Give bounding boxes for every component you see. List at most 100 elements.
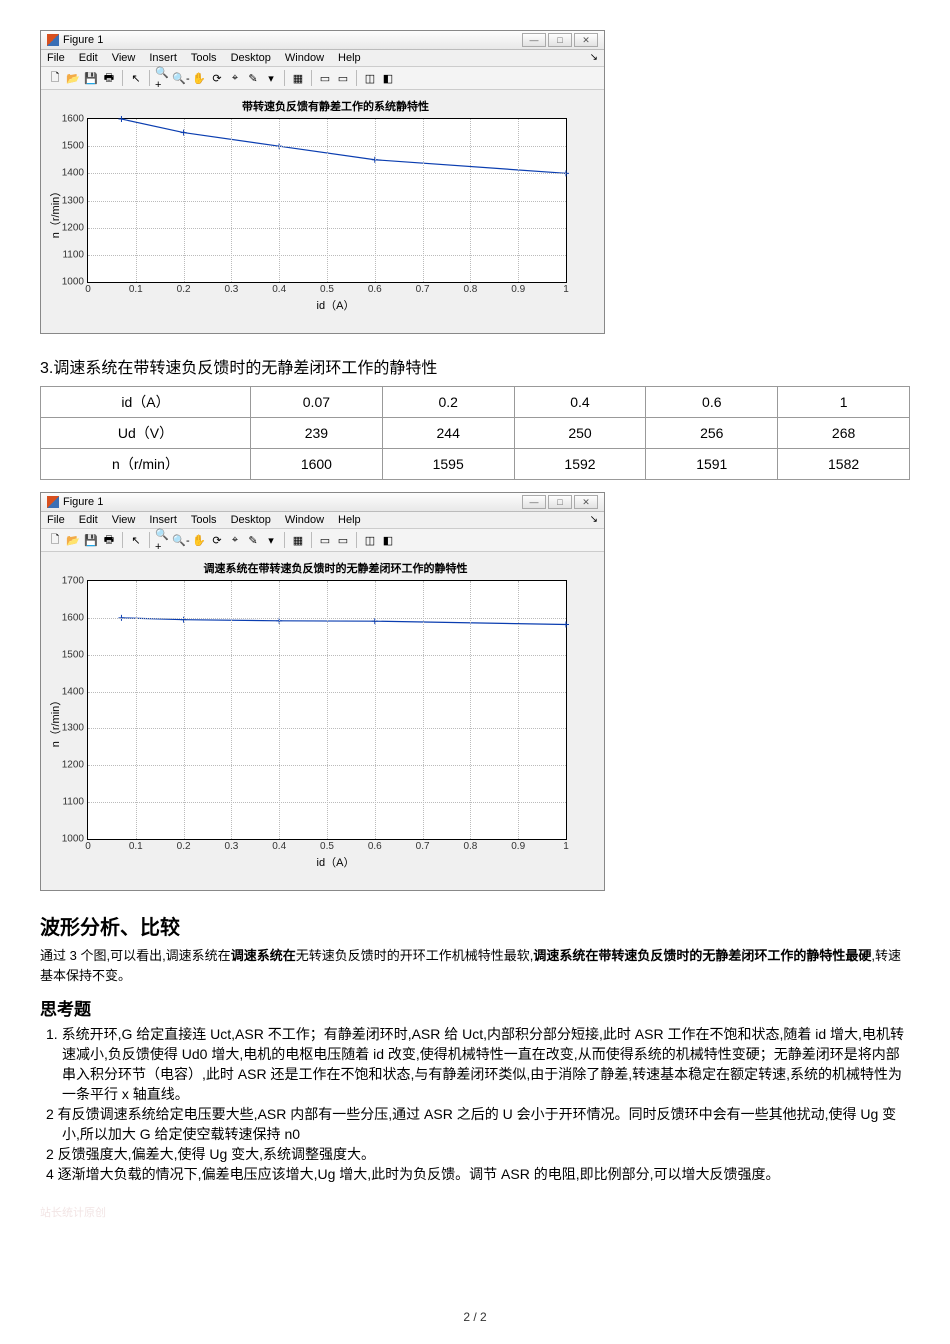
y-tick: 1000 (62, 834, 88, 845)
menu-view[interactable]: View (112, 52, 136, 64)
x-tick: 0.5 (320, 282, 334, 295)
data-cursor-icon[interactable]: ⌖ (227, 70, 243, 86)
maximize-icon[interactable]: □ (548, 495, 572, 509)
x-tick: 0.2 (177, 839, 191, 852)
rotate-icon[interactable]: ⟳ (209, 70, 225, 86)
x-tick: 1 (563, 282, 569, 295)
menu-file[interactable]: File (47, 514, 65, 526)
y-tick: 1300 (62, 195, 88, 206)
zoom-in-icon[interactable]: 🔍+ (155, 70, 171, 86)
x-tick: 1 (563, 839, 569, 852)
close-icon[interactable]: ✕ (574, 495, 598, 509)
minimize-icon[interactable]: — (522, 33, 546, 47)
menu-desktop[interactable]: Desktop (231, 514, 271, 526)
menu-file[interactable]: File (47, 52, 65, 64)
brush-icon[interactable]: ✎ (245, 70, 261, 86)
row-label: n（r/min） (41, 449, 251, 480)
new-icon[interactable]: 🗋 (47, 70, 63, 86)
cell: 239 (251, 418, 383, 449)
y-tick: 1100 (62, 797, 88, 808)
cell: 1595 (382, 449, 514, 480)
print-icon[interactable]: 🖶 (101, 70, 117, 86)
data-cursor-icon[interactable]: ⌖ (227, 532, 243, 548)
titlebar[interactable]: Figure 1 — □ ✕ (41, 31, 604, 50)
axes: 1000110012001300140015001600170000.10.20… (87, 580, 567, 840)
questions-heading: 思考题 (40, 995, 910, 1020)
legend-icon[interactable]: ▭ (317, 70, 333, 86)
question-item: 2 反馈强度大,偏差大,使得 Ug 变大,系统调整强度大。 (40, 1144, 910, 1164)
save-icon[interactable]: 💾 (83, 532, 99, 548)
brush-icon[interactable]: ✎ (245, 532, 261, 548)
questions-list: 1. 系统开环,G 给定直接连 Uct,ASR 不工作；有静差闭环时,ASR 给… (40, 1024, 910, 1184)
axes-icon[interactable]: ▭ (335, 532, 351, 548)
watermark: 站长统计原创 (40, 1204, 910, 1220)
menu-window[interactable]: Window (285, 52, 324, 64)
y-tick: 1200 (62, 760, 88, 771)
menu-edit[interactable]: Edit (79, 514, 98, 526)
print-icon[interactable]: 🖶 (101, 532, 117, 548)
pointer-icon[interactable]: ↖ (128, 70, 144, 86)
menu-tools[interactable]: Tools (191, 514, 217, 526)
x-tick: 0.7 (416, 839, 430, 852)
titlebar[interactable]: Figure 1 — □ ✕ (41, 493, 604, 512)
menu-view[interactable]: View (112, 514, 136, 526)
menu-tools[interactable]: Tools (191, 52, 217, 64)
toolbar: 🗋 📂 💾 🖶 ↖ 🔍+ 🔍- ✋ ⟳ ⌖ ✎ ▾ ▦ ▭ ▭ ◫ ◧ (41, 67, 604, 90)
open-icon[interactable]: 📂 (65, 532, 81, 548)
pan-icon[interactable]: ✋ (191, 70, 207, 86)
colorbar-icon[interactable]: ▦ (290, 532, 306, 548)
link-icon[interactable]: ▾ (263, 70, 279, 86)
x-tick: 0.6 (368, 839, 382, 852)
x-tick: 0.8 (463, 282, 477, 295)
x-tick: 0.1 (129, 839, 143, 852)
question-item: 4 逐渐增大负载的情况下,偏差电压应该增大,Ug 增大,此时为负反馈。调节 AS… (40, 1164, 910, 1184)
zoom-out-icon[interactable]: 🔍- (173, 532, 189, 548)
chart-title: 调速系统在带转速负反馈时的无静差闭环工作的静特性 (87, 560, 584, 576)
menu-insert[interactable]: Insert (149, 514, 177, 526)
maximize-icon[interactable]: □ (548, 33, 572, 47)
cell: 250 (514, 418, 646, 449)
x-tick: 0.7 (416, 282, 430, 295)
zoom-in-icon[interactable]: 🔍+ (155, 532, 171, 548)
menu-edit[interactable]: Edit (79, 52, 98, 64)
minimize-icon[interactable]: — (522, 495, 546, 509)
menu-insert[interactable]: Insert (149, 52, 177, 64)
menu-window[interactable]: Window (285, 514, 324, 526)
y-tick: 1400 (62, 686, 88, 697)
rotate-icon[interactable]: ⟳ (209, 532, 225, 548)
undock-icon[interactable]: ◧ (380, 70, 396, 86)
menubar: File Edit View Insert Tools Desktop Window Help… (41, 512, 604, 529)
y-tick: 1400 (62, 168, 88, 179)
dock-icon[interactable]: ◫ (362, 532, 378, 548)
question-item: 2 有反馈调速系统给定电压要大些,ASR 内部有一些分压,通过 ASR 之后的 … (40, 1104, 910, 1144)
y-tick: 1600 (62, 114, 88, 125)
y-tick: 1500 (62, 141, 88, 152)
menu-desktop[interactable]: Desktop (231, 52, 271, 64)
legend-icon[interactable]: ▭ (317, 532, 333, 548)
colorbar-icon[interactable]: ▦ (290, 70, 306, 86)
menu-overflow-icon[interactable]: ↘ (590, 514, 598, 526)
new-icon[interactable]: 🗋 (47, 532, 63, 548)
dock-icon[interactable]: ◫ (362, 70, 378, 86)
menu-help[interactable]: Help (338, 52, 361, 64)
pan-icon[interactable]: ✋ (191, 532, 207, 548)
open-icon[interactable]: 📂 (65, 70, 81, 86)
close-icon[interactable]: ✕ (574, 33, 598, 47)
y-tick: 1200 (62, 222, 88, 233)
cell: 0.2 (382, 387, 514, 418)
toolbar: 🗋 📂 💾 🖶 ↖ 🔍+ 🔍- ✋ ⟳ ⌖ ✎ ▾ ▦ ▭ ▭ ◫ ◧ (41, 529, 604, 552)
menu-overflow-icon[interactable]: ↘ (590, 52, 598, 64)
zoom-out-icon[interactable]: 🔍- (173, 70, 189, 86)
section-3-heading: 3.调速系统在带转速负反馈时的无静差闭环工作的静特性 (40, 354, 910, 378)
analysis-paragraph: 通过 3 个图,可以看出,调速系统在调速系统在无转速负反馈时的开环工作机械特性最… (40, 946, 910, 985)
save-icon[interactable]: 💾 (83, 70, 99, 86)
axes-icon[interactable]: ▭ (335, 70, 351, 86)
row-label: Ud（V） (41, 418, 251, 449)
undock-icon[interactable]: ◧ (380, 532, 396, 548)
y-tick: 1500 (62, 649, 88, 660)
menu-help[interactable]: Help (338, 514, 361, 526)
pointer-icon[interactable]: ↖ (128, 532, 144, 548)
link-icon[interactable]: ▾ (263, 532, 279, 548)
matlab-icon (47, 496, 59, 508)
cell: 0.6 (646, 387, 778, 418)
